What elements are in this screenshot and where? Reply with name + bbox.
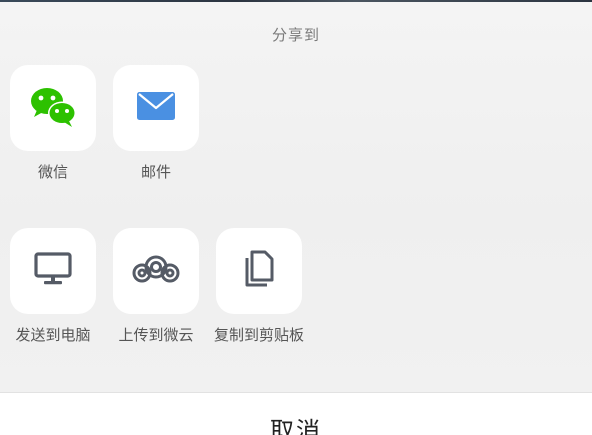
upload-to-weiyun-button[interactable] [113, 228, 199, 314]
upload-to-weiyun-label: 上传到微云 [118, 326, 194, 344]
copy-icon [241, 249, 277, 293]
share-mail-button[interactable] [113, 65, 199, 151]
share-wechat-button[interactable] [10, 65, 96, 151]
weiyun-cloud-icon [131, 253, 181, 289]
cancel-label: 取消 [270, 417, 322, 435]
share-sheet-title: 分享到 [271, 26, 320, 44]
share-sheet: 分享到 微信 邮件 发送到电脑 上传到微云 复制到剪贴板 [0, 2, 592, 392]
wechat-icon [25, 82, 81, 134]
share-mail-label: 邮件 [140, 163, 171, 181]
monitor-icon [34, 252, 72, 290]
copy-to-clipboard-button[interactable] [216, 228, 302, 314]
cancel-button[interactable]: 取消 [0, 392, 592, 435]
mail-icon [136, 90, 176, 126]
copy-to-clipboard-label: 复制到剪贴板 [213, 326, 304, 344]
send-to-computer-button[interactable] [10, 228, 96, 314]
